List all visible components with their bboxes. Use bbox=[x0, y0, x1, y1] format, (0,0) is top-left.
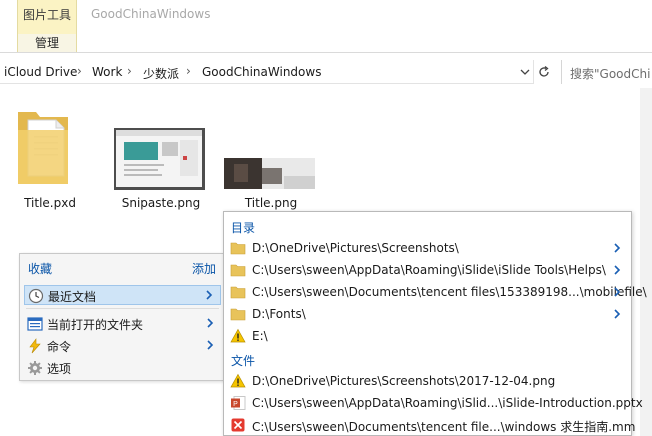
image-thumbnail bbox=[114, 128, 205, 190]
menu-item-options[interactable]: 选项 bbox=[24, 358, 221, 378]
recent-file-item[interactable]: D:\OneDrive\Pictures\Screenshots\2017-12… bbox=[228, 370, 628, 392]
chevron-down-icon[interactable] bbox=[518, 65, 532, 79]
breadcrumb-icloud-drive[interactable]: iCloud Drive bbox=[4, 65, 77, 79]
recent-dir-path: C:\Users\sween\AppData\Roaming\iSlide\iS… bbox=[252, 263, 606, 277]
file-item-title-png[interactable] bbox=[224, 158, 315, 189]
search-input[interactable]: 搜索"GoodChi bbox=[561, 60, 652, 84]
refresh-icon bbox=[539, 65, 549, 77]
favorites-label: 收藏 bbox=[28, 262, 53, 276]
menu-item-recent-documents[interactable]: 最近文档 bbox=[24, 285, 221, 305]
warning-icon bbox=[230, 373, 246, 388]
chevron-right-icon bbox=[206, 290, 213, 300]
mindmap-icon bbox=[231, 418, 245, 432]
recent-file-path: C:\Users\sween\AppData\Roaming\iSlid...\… bbox=[252, 396, 643, 410]
refresh-button[interactable] bbox=[533, 60, 551, 84]
chevron-right-icon bbox=[614, 287, 621, 297]
breadcrumb-goodchinawindows[interactable]: GoodChinaWindows bbox=[202, 65, 321, 79]
file-label: Snipaste.png bbox=[121, 196, 201, 210]
vertical-scrollbar[interactable] bbox=[640, 88, 652, 436]
recent-dir-path: D:\OneDrive\Pictures\Screenshots\ bbox=[252, 241, 459, 255]
file-label: Title.pxd bbox=[24, 196, 76, 210]
warning-icon bbox=[230, 328, 246, 343]
address-bar[interactable]: iCloud Drive › Work › 少数派 › GoodChinaWin… bbox=[0, 60, 533, 84]
section-header-files: 文件 bbox=[231, 354, 256, 368]
recent-dir-path: D:\Fonts\ bbox=[252, 307, 306, 321]
breadcrumb-separator: › bbox=[127, 64, 132, 78]
ribbon: 图片工具 管理 GoodChinaWindows bbox=[0, 0, 652, 52]
gear-icon bbox=[28, 361, 42, 375]
file-item-title-pxd[interactable] bbox=[14, 104, 72, 194]
breadcrumb-shaoshupai[interactable]: 少数派 bbox=[143, 65, 179, 82]
ribbon-divider bbox=[0, 52, 652, 53]
menu-separator bbox=[26, 308, 219, 309]
folder-icon bbox=[230, 242, 246, 255]
chevron-right-icon bbox=[614, 309, 621, 319]
menu-item-commands[interactable]: 命令 bbox=[24, 336, 221, 356]
recent-dir-item[interactable]: C:\Users\sween\Documents\tencent files\1… bbox=[228, 281, 647, 303]
recent-dir-item[interactable]: E:\ bbox=[228, 325, 628, 347]
window-list-icon bbox=[27, 317, 43, 331]
favorites-header: 收藏 添加 bbox=[20, 254, 223, 280]
address-row: iCloud Drive › Work › 少数派 › GoodChinaWin… bbox=[0, 58, 652, 86]
lightning-icon bbox=[29, 338, 41, 354]
picture-tools-title: 图片工具 bbox=[22, 8, 71, 22]
add-favorite-button[interactable]: 添加 bbox=[192, 260, 216, 277]
svg-text:P: P bbox=[233, 401, 238, 408]
chevron-right-icon bbox=[614, 243, 621, 253]
search-placeholder: 搜索"GoodChi bbox=[570, 67, 651, 81]
folder-icon bbox=[230, 264, 246, 277]
favorites-menu: 收藏 添加 最近文档 当前打开的文件夹 命令 选项 bbox=[19, 253, 224, 381]
chevron-right-icon bbox=[207, 340, 214, 350]
window-title: GoodChinaWindows bbox=[91, 7, 211, 21]
breadcrumb-separator: › bbox=[186, 64, 191, 78]
folder-document-icon bbox=[18, 112, 68, 184]
clock-icon bbox=[28, 288, 44, 304]
menu-item-label: 当前打开的文件夹 bbox=[47, 318, 144, 332]
menu-item-label: 最近文档 bbox=[48, 290, 97, 304]
image-thumbnail bbox=[224, 158, 315, 189]
recent-dir-path: E:\ bbox=[252, 329, 268, 343]
section-header-directories: 目录 bbox=[231, 221, 256, 235]
folder-icon bbox=[230, 286, 246, 299]
recent-file-path: C:\Users\sween\Documents\tencent file...… bbox=[252, 420, 636, 434]
menu-item-open-folders[interactable]: 当前打开的文件夹 bbox=[24, 314, 221, 334]
recent-file-item[interactable]: C:\Users\sween\Documents\tencent file...… bbox=[228, 414, 635, 436]
folder-icon bbox=[230, 308, 246, 321]
recent-dir-path: C:\Users\sween\Documents\tencent files\1… bbox=[252, 285, 647, 299]
recent-documents-submenu: 目录 D:\OneDrive\Pictures\Screenshots\ C:\… bbox=[223, 211, 647, 436]
menu-item-label: 命令 bbox=[47, 340, 72, 354]
picture-tools-tab[interactable]: 图片工具 管理 bbox=[17, 0, 77, 52]
recent-dir-item[interactable]: D:\OneDrive\Pictures\Screenshots\ bbox=[228, 237, 628, 259]
menu-item-label: 选项 bbox=[47, 362, 72, 376]
breadcrumb-work[interactable]: Work bbox=[92, 65, 122, 79]
chevron-right-icon bbox=[614, 265, 621, 275]
file-label: Title.png bbox=[244, 196, 298, 210]
recent-file-item[interactable]: P C:\Users\sween\AppData\Roaming\iSlid..… bbox=[228, 392, 643, 414]
recent-file-path: D:\OneDrive\Pictures\Screenshots\2017-12… bbox=[252, 374, 556, 388]
file-item-snipaste-png[interactable] bbox=[114, 128, 205, 190]
breadcrumb-separator: › bbox=[77, 64, 82, 78]
manage-tab[interactable]: 管理 bbox=[18, 34, 76, 52]
recent-dir-item[interactable]: D:\Fonts\ bbox=[228, 303, 628, 325]
chevron-right-icon bbox=[207, 318, 214, 328]
powerpoint-icon: P bbox=[231, 396, 246, 410]
recent-dir-item[interactable]: C:\Users\sween\AppData\Roaming\iSlide\iS… bbox=[228, 259, 628, 281]
